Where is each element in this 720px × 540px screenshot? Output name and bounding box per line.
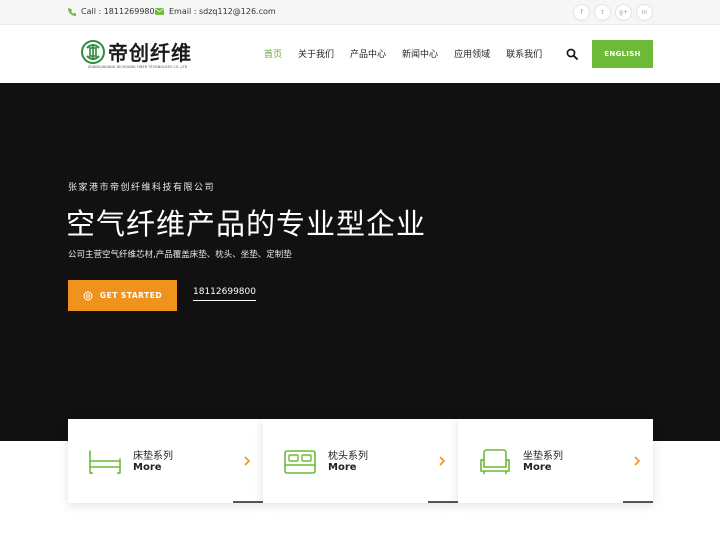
card-cushion[interactable]: 坐垫系列 More [458, 419, 653, 503]
facebook-icon[interactable]: f [573, 4, 590, 21]
get-started-label: GET STARTED [99, 291, 163, 300]
site-header: 帝创纤维 ZHANGJIAGANG DICHUANG FIBER TECHNOL… [0, 25, 720, 83]
hero-phone-link[interactable]: 18112699800 [193, 287, 256, 301]
google-plus-icon[interactable]: g+ [615, 4, 632, 21]
chevron-right-icon [634, 456, 641, 466]
nav-home[interactable]: 首页 [264, 47, 282, 60]
target-icon [83, 291, 93, 300]
phone-text: Call : 18112699800 [81, 7, 160, 16]
card-title: 床垫系列 [133, 451, 173, 462]
card-pillow[interactable]: 枕头系列 More [263, 419, 458, 503]
nav-news[interactable]: 新闻中心 [402, 47, 438, 60]
card-accent-bar [623, 501, 653, 503]
nav-applications[interactable]: 应用领域 [454, 47, 490, 60]
nav-about[interactable]: 关于我们 [298, 47, 334, 60]
pillow-icon [284, 450, 316, 474]
logo[interactable]: 帝创纤维 ZHANGJIAGANG DICHUANG FIBER TECHNOL… [80, 36, 205, 72]
english-button[interactable]: ENGLISH [592, 40, 653, 68]
chevron-right-icon [439, 456, 446, 466]
logo-subtext: ZHANGJIAGANG DICHUANG FIBER TECHNOLOGY C… [88, 65, 188, 69]
mail-icon [155, 8, 164, 15]
nav-contact[interactable]: 联系我们 [506, 47, 542, 60]
bed-icon [89, 450, 121, 474]
hero-kicker: 张家港市帝创纤维科技有限公司 [68, 183, 216, 193]
card-title: 坐垫系列 [523, 451, 563, 462]
card-more-link[interactable]: More [328, 462, 357, 473]
contact-phone[interactable]: Call : 18112699800 [68, 7, 160, 16]
card-accent-bar [233, 501, 263, 503]
nav-products[interactable]: 产品中心 [350, 47, 386, 60]
card-accent-bar [428, 501, 458, 503]
page: Call : 18112699800 Email : sdzq112@126.c… [0, 0, 720, 540]
hero-subtitle: 公司主营空气纤维芯材,产品覆盖床垫、枕头、坐垫、定制垫 [68, 250, 292, 260]
card-title: 枕头系列 [328, 451, 368, 462]
phone-icon [68, 7, 76, 16]
linkedin-icon[interactable]: in [636, 4, 653, 21]
card-more-link[interactable]: More [523, 462, 552, 473]
search-icon[interactable] [566, 48, 578, 60]
email-text: Email : sdzq112@126.com [169, 7, 276, 16]
social-links: f t g+ in [573, 4, 653, 21]
card-more-link[interactable]: More [133, 462, 162, 473]
logo-mark-icon [81, 40, 105, 64]
get-started-button[interactable]: GET STARTED [68, 280, 177, 311]
contact-email[interactable]: Email : sdzq112@126.com [155, 7, 276, 16]
hero-banner: 张家港市帝创纤维科技有限公司 空气纤维产品的专业型企业 公司主营空气纤维芯材,产… [0, 83, 720, 441]
chevron-right-icon [244, 456, 251, 466]
top-bar: Call : 18112699800 Email : sdzq112@126.c… [0, 0, 720, 25]
sofa-icon [480, 449, 510, 474]
logo-text: 帝创纤维 [108, 41, 192, 65]
twitter-icon[interactable]: t [594, 4, 611, 21]
card-mattress[interactable]: 床垫系列 More [68, 419, 263, 503]
main-nav: 首页 关于我们 产品中心 新闻中心 应用领域 联系我们 [264, 47, 558, 60]
hero-title: 空气纤维产品的专业型企业 [66, 207, 427, 241]
